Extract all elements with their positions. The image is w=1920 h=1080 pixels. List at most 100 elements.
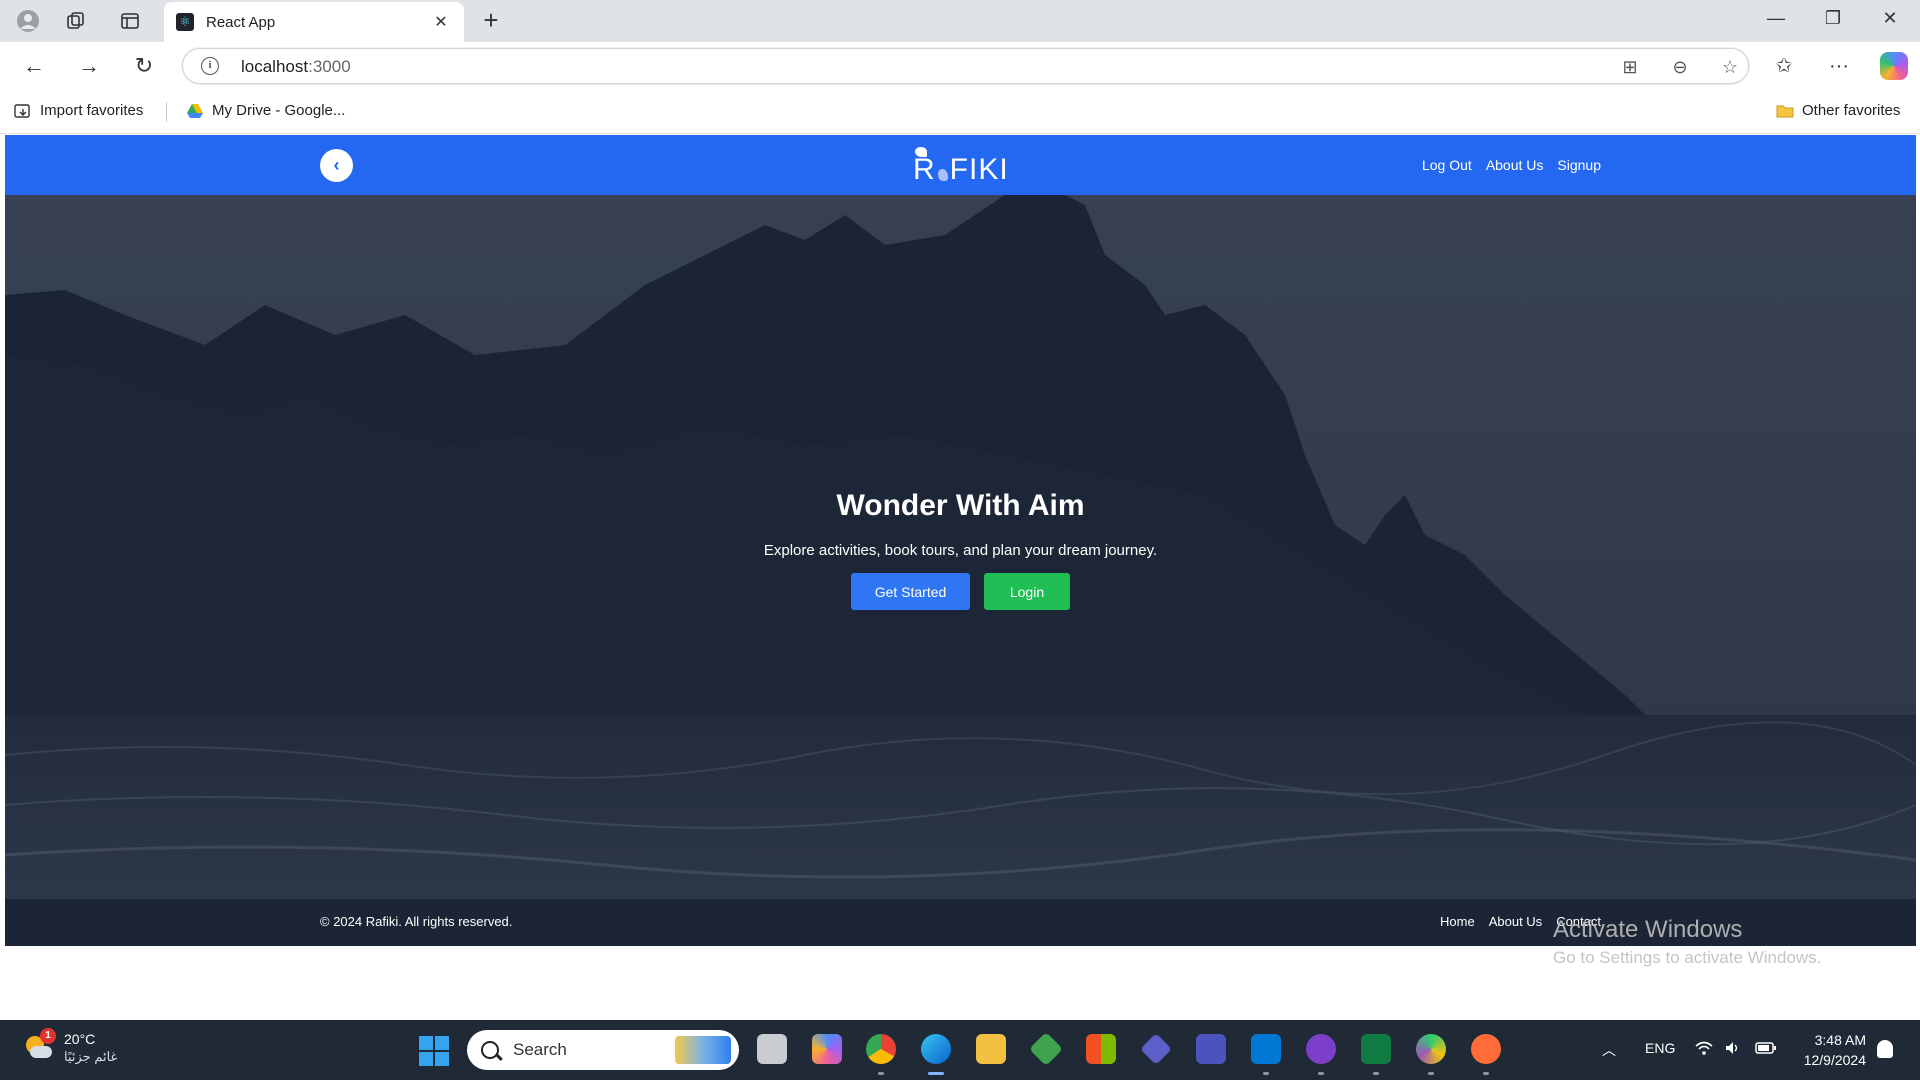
vscode-icon[interactable]: [1251, 1034, 1281, 1064]
hero-buttons: Get Started Login: [5, 573, 1916, 610]
postman-running-indicator: [1483, 1072, 1489, 1075]
url-input[interactable]: i localhost:3000 ⊞ ⊖ ☆: [182, 48, 1749, 84]
bookmark-other-favorites[interactable]: Other favorites: [1776, 102, 1900, 119]
app-icon[interactable]: [1416, 1034, 1446, 1064]
activate-windows-watermark: Activate Windows Go to Settings to activ…: [1553, 916, 1821, 968]
folder-icon: [1776, 103, 1794, 119]
bookmark-import-favorites[interactable]: Import favorites: [14, 102, 143, 119]
volume-icon[interactable]: [1724, 1040, 1742, 1059]
file-explorer-icon[interactable]: [976, 1034, 1006, 1064]
logo-mark: [936, 157, 950, 187]
search-icon: [481, 1041, 499, 1059]
nav-logout-link[interactable]: Log Out: [1422, 157, 1472, 173]
weather-badge: 1: [40, 1028, 56, 1044]
activate-windows-subtitle: Go to Settings to activate Windows.: [1553, 948, 1822, 967]
back-button[interactable]: ‹: [320, 149, 353, 182]
address-bar-row: ← → ↻ i localhost:3000 ⊞ ⊖ ☆ ✩ ···: [0, 42, 1920, 90]
copilot-app-icon[interactable]: [812, 1034, 842, 1064]
refresh-icon[interactable]: ↻: [130, 52, 158, 80]
back-icon[interactable]: ←: [20, 52, 48, 80]
bookmarks-bar: Import favorites My Drive - Google... Ot…: [0, 90, 1920, 134]
chevron-left-icon: ‹: [333, 155, 340, 175]
tab-actions-icon[interactable]: [118, 9, 142, 33]
url-text: localhost:3000: [241, 57, 351, 76]
excel-running-indicator: [1373, 1072, 1379, 1075]
language-indicator[interactable]: ENG: [1645, 1040, 1675, 1056]
react-favicon: ⚛: [176, 13, 194, 31]
github-desktop-icon[interactable]: [1306, 1034, 1336, 1064]
web-page: ‹ R FIKI Log Out About Us Signup ICELAND…: [5, 135, 1916, 1018]
bookmark-label: Other favorites: [1802, 102, 1901, 119]
edge-active-indicator: [928, 1072, 944, 1075]
footer-home-link[interactable]: Home: [1440, 914, 1475, 929]
microsoft-store-icon[interactable]: [1086, 1034, 1116, 1064]
clock-date: 12/9/2024: [1803, 1052, 1866, 1068]
weather-text: 20°C غائم جزئيًا: [64, 1030, 117, 1066]
weather-temperature: 20°C: [64, 1031, 96, 1047]
nav-signup-link[interactable]: Signup: [1557, 157, 1601, 173]
info-icon[interactable]: i: [201, 57, 219, 75]
weather-description: غائم جزئيًا: [64, 1049, 118, 1064]
notification-bell-icon[interactable]: [1877, 1040, 1893, 1058]
chrome-icon[interactable]: [866, 1034, 896, 1064]
forward-icon[interactable]: →: [75, 52, 103, 80]
profile-icon[interactable]: [16, 9, 40, 33]
bookmark-label: My Drive - Google...: [212, 102, 346, 119]
wifi-icon[interactable]: [1695, 1040, 1713, 1059]
windows-taskbar: 1 20°C غائم جزئيًا Search ︿ ENG 3:48 AM …: [0, 1020, 1920, 1080]
minimize-icon[interactable]: —: [1756, 8, 1796, 29]
weather-widget[interactable]: 1 20°C غائم جزئيًا: [22, 1028, 117, 1066]
header-nav: Log Out About Us Signup: [1422, 157, 1601, 173]
search-highlight-image: [675, 1036, 731, 1064]
nodejs-icon[interactable]: [1029, 1032, 1063, 1066]
battery-icon[interactable]: [1755, 1040, 1777, 1059]
bookmark-my-drive[interactable]: My Drive - Google...: [186, 102, 345, 119]
app-running-indicator: [1428, 1072, 1434, 1075]
import-icon: [14, 103, 32, 119]
bird-icon: [915, 147, 927, 157]
chevron-up-icon[interactable]: ︿: [1602, 1040, 1616, 1060]
windows-start-icon[interactable]: [419, 1036, 449, 1066]
browser-tab-bar: ⚛ React App ✕ + — ❐ ✕: [0, 0, 1920, 42]
postman-icon[interactable]: [1471, 1034, 1501, 1064]
split-screen-icon[interactable]: ⊞: [1619, 56, 1641, 78]
hero-section: ICELAND Wonder With Aim Explore activiti…: [5, 195, 1916, 899]
more-icon[interactable]: ···: [1825, 52, 1853, 80]
nav-about-link[interactable]: About Us: [1486, 157, 1544, 173]
google-drive-icon: [186, 103, 204, 119]
workspaces-icon[interactable]: [64, 9, 88, 33]
copyright-text: © 2024 Rafiki. All rights reserved.: [320, 914, 513, 929]
bookmark-separator: [166, 102, 167, 122]
partly-cloudy-icon: 1: [22, 1028, 56, 1062]
favorite-star-icon[interactable]: ☆: [1719, 56, 1741, 78]
hero-subtitle: Explore activities, book tours, and plan…: [763, 542, 1158, 559]
clipchamp-icon[interactable]: [1140, 1033, 1172, 1065]
clock-time: 3:48 AM: [1814, 1032, 1866, 1048]
tab-react-app[interactable]: ⚛ React App ✕: [164, 2, 464, 42]
close-icon[interactable]: ✕: [430, 12, 452, 32]
close-window-icon[interactable]: ✕: [1870, 8, 1910, 29]
hero-title: Wonder With Aim: [836, 489, 1085, 522]
clock[interactable]: 3:48 AM 12/9/2024: [1796, 1030, 1866, 1070]
edge-icon[interactable]: [921, 1034, 951, 1064]
tab-title: React App: [206, 13, 276, 31]
taskbar-search[interactable]: Search: [467, 1030, 739, 1070]
github-running-indicator: [1318, 1072, 1324, 1075]
excel-icon[interactable]: [1361, 1034, 1391, 1064]
bookmark-label: Import favorites: [40, 102, 144, 119]
logo-text: FIKI: [949, 153, 1009, 186]
task-view-icon[interactable]: [757, 1034, 787, 1064]
search-placeholder: Search: [513, 1040, 567, 1059]
new-tab-icon[interactable]: +: [478, 7, 504, 34]
copilot-icon[interactable]: [1880, 52, 1908, 80]
teams-icon[interactable]: [1196, 1034, 1226, 1064]
restore-icon[interactable]: ❐: [1813, 8, 1853, 29]
footer-about-link[interactable]: About Us: [1489, 914, 1542, 929]
favorites-icon[interactable]: ✩: [1770, 52, 1798, 80]
login-button[interactable]: Login: [984, 573, 1070, 610]
get-started-button[interactable]: Get Started: [851, 573, 970, 610]
zoom-out-icon[interactable]: ⊖: [1669, 56, 1691, 78]
logo-r: R: [913, 147, 936, 187]
site-logo[interactable]: R FIKI: [913, 143, 1009, 187]
site-header: ‹ R FIKI Log Out About Us Signup: [5, 135, 1916, 195]
